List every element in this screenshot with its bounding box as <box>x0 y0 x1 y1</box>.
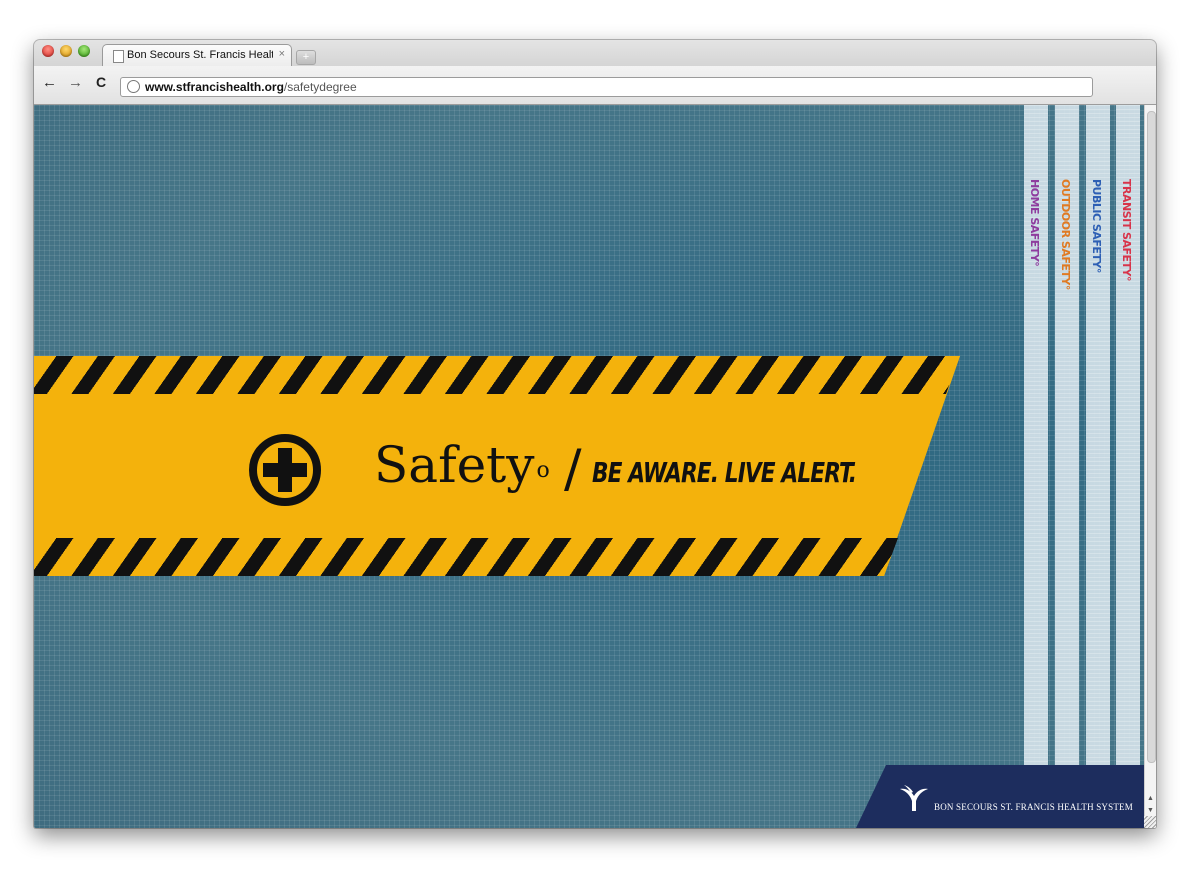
health-system-name: BON SECOURS ST. FRANCIS HEALTH SYSTEM <box>934 802 1133 812</box>
brand-word: Safety <box>374 436 535 494</box>
tab-title: Bon Secours St. Francis Healt <box>127 49 273 61</box>
browser-window: Bon Secours St. Francis Healt × + ← → C … <box>34 40 1156 828</box>
safety-side-nav: HOME SAFETY° OUTDOOR SAFETY° PUBLIC SAFE… <box>1024 105 1144 765</box>
url-path: /safetydegree <box>283 80 357 94</box>
globe-icon <box>127 80 140 93</box>
url-host: www.stfrancishealth.org <box>145 80 284 94</box>
page-viewport: Safetyo / BE AWARE. LIVE ALERT. HOME SAF… <box>34 105 1144 828</box>
browser-tab[interactable]: Bon Secours St. Francis Healt × <box>102 44 292 67</box>
side-nav-label: HOME SAFETY° <box>1028 179 1041 267</box>
hazard-stripes-top <box>34 356 960 394</box>
new-tab-button[interactable]: + <box>296 50 316 65</box>
safety-wordmark: Safetyo <box>374 435 550 495</box>
reload-button[interactable]: C <box>96 74 106 90</box>
browser-toolbar: ← → C www.stfrancishealth.org/safetydegr… <box>34 66 1156 105</box>
side-nav-home-safety[interactable]: HOME SAFETY° <box>1024 105 1048 765</box>
page-icon <box>113 50 124 63</box>
tagline: BE AWARE. LIVE ALERT. <box>592 456 857 489</box>
scroll-down-icon[interactable]: ▼ <box>1147 807 1154 814</box>
maximize-window-button[interactable] <box>78 45 90 57</box>
side-nav-label: PUBLIC SAFETY° <box>1090 179 1103 273</box>
side-nav-public-safety[interactable]: PUBLIC SAFETY° <box>1086 105 1110 765</box>
minimize-window-button[interactable] <box>60 45 72 57</box>
side-nav-outdoor-safety[interactable]: OUTDOOR SAFETY° <box>1055 105 1079 765</box>
degree-mark: o <box>536 458 550 483</box>
tab-close-icon[interactable]: × <box>279 48 285 60</box>
close-window-button[interactable] <box>42 45 54 57</box>
health-system-logo[interactable]: BON SECOURS ST. FRANCIS HEALTH SYSTEM <box>856 765 1144 828</box>
forward-button[interactable]: → <box>68 74 83 91</box>
scrollbar-thumb[interactable] <box>1147 111 1156 763</box>
vertical-scrollbar[interactable]: ▲ ▼ <box>1144 105 1156 828</box>
url-text: www.stfrancishealth.org/safetydegree <box>145 80 357 94</box>
hazard-stripes-bottom <box>34 538 898 576</box>
side-nav-transit-safety[interactable]: TRANSIT SAFETY° <box>1116 105 1140 765</box>
plus-circle-icon <box>249 434 321 506</box>
safety-banner: Safetyo / BE AWARE. LIVE ALERT. <box>34 356 960 576</box>
scroll-up-icon[interactable]: ▲ <box>1147 795 1154 802</box>
side-nav-label: TRANSIT SAFETY° <box>1120 179 1133 281</box>
dove-logo-icon <box>900 785 928 811</box>
side-nav-label: OUTDOOR SAFETY° <box>1059 179 1072 290</box>
resize-handle[interactable] <box>1144 816 1156 828</box>
back-button[interactable]: ← <box>42 74 57 91</box>
address-bar[interactable]: www.stfrancishealth.org/safetydegree <box>120 77 1093 97</box>
brand-slash: / <box>564 439 582 499</box>
